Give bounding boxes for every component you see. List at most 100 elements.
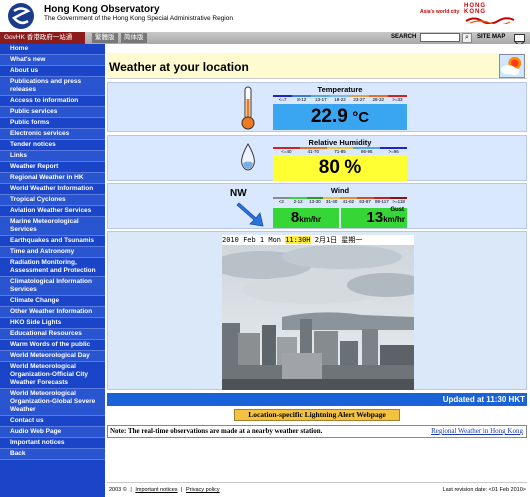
footer-separator: | [181,487,183,493]
lightning-alert-button[interactable]: Location-specific Lightning Alert Webpag… [234,409,400,421]
humidity-scale-band: 86-95 [353,147,381,155]
privacy-policy-link[interactable]: Privacy policy [185,487,221,493]
sidebar-item[interactable]: What's new [0,55,105,66]
hko-logo-icon[interactable] [5,2,37,30]
sidebar-item[interactable]: Time and Astronomy [0,247,105,258]
important-notices-link[interactable]: Important notices [134,487,178,493]
gust-box: Gust 13km/hr [341,207,407,228]
wind-scale: <2 2-12 13-30 31-40 41-62 63-87 88-117 >=118 [273,197,407,205]
sidebar-item[interactable]: Weather Report [0,162,105,173]
main-content: Weather at your location Temperature <=7… [107,44,530,497]
sidebar-item[interactable]: HKO Side Lights [0,318,105,329]
wind-scale-band: <2 [273,197,290,205]
sidebar-item[interactable]: Audio Web Page [0,427,105,438]
site-header: Hong Kong Observatory The Government of … [0,0,530,32]
temperature-scale-band: >=33 [387,95,407,103]
humidity-scale-band: 71-85 [326,147,354,155]
sidebar-item[interactable]: World Meteorological Organization-Global… [0,389,105,416]
dragon-swirl-icon [465,17,515,24]
sidebar-item[interactable]: Important notices [0,438,105,449]
footer-separator: | [130,487,132,493]
sidebar-item[interactable]: Tropical Cyclones [0,195,105,206]
temperature-scale: <=7 8-12 13-17 18-22 23-27 28-32 >=33 [273,95,407,103]
mail-icon[interactable] [514,34,525,47]
sidebar-item[interactable]: Regional Weather in HK [0,173,105,184]
title-bar: Weather at your location [107,53,527,79]
footer: 2003 © | Important notices | Privacy pol… [107,487,527,497]
page-title: Weather at your location [109,60,249,74]
sidebar-item[interactable]: Other Weather Information [0,307,105,318]
humidity-scale-band: 41-70 [299,147,327,155]
thermometer-icon [241,86,255,130]
temperature-scale-band: 28-32 [368,95,388,103]
observation-note: Note: The real-time observations are mad… [110,427,323,435]
webcam-image [222,245,414,390]
sidebar-item[interactable]: World Meteorological Day [0,351,105,362]
temperature-value-box: 22.9 °C [273,104,407,130]
brand-hong-kong-logo[interactable]: HONG KONG [464,3,520,27]
top-tab-bar: GovHK 香港政府一站通 繁體版 简体版 SEARCH ⌕ SITE MAP [0,32,530,47]
footer-divider [107,482,527,483]
sidebar-item[interactable]: Contact us [0,416,105,427]
sidebar-item[interactable]: Publications and press releases [0,77,105,96]
sidebar-item[interactable]: Home [0,44,105,55]
sidebar-item[interactable]: Climatological Information Services [0,277,105,296]
gust-label: Gust [390,207,404,213]
sidebar-item[interactable]: World Meteorological Organization-Offici… [0,362,105,389]
wind-scale-band: 2-12 [289,197,307,205]
wind-speed-unit: km/hr [299,215,322,224]
sidebar-item[interactable]: Access to information [0,96,105,107]
org-subtitle: The Government of the Hong Kong Special … [44,15,233,22]
copyright-text: 2003 © [109,487,127,493]
sidebar-item[interactable]: Public services [0,107,105,118]
temperature-scale-band: <=7 [273,95,293,103]
sidebar-nav: Home What's new About us Publications and p… [0,44,105,497]
sidebar-item[interactable]: Climate Change [0,296,105,307]
govhk-link[interactable]: GovHK 香港政府一站通 [0,32,85,44]
brand-line-2: KONG [464,9,486,15]
sidebar-item[interactable]: About us [0,66,105,77]
sidebar-item[interactable]: World Weather Information [0,184,105,195]
sidebar-item[interactable]: Public forms [0,118,105,129]
page: Hong Kong Observatory The Government of … [0,0,530,497]
humidity-scale-band: <=40 [273,147,300,155]
sidebar-item[interactable]: Links [0,151,105,162]
humidity-panel: Relative Humidity <=40 41-70 71-85 86-95 >=9… [107,135,527,181]
sidebar-item[interactable]: Radiation Monitoring, Assessment and Pro… [0,258,105,277]
wind-scale-band: 41-62 [340,197,357,205]
gust-value: 13 [366,209,384,226]
sidebar-item[interactable]: Warm Words of the public [0,340,105,351]
asia-world-city-tag: Asia's world city [420,9,460,15]
sidebar-item[interactable]: Electronic services [0,129,105,140]
timestamp-chinese: 2月1日 星期一 [310,236,363,244]
wind-speed-box: 8km/hr [273,208,339,228]
sidebar-item[interactable]: Earthquakes and Tsunamis [0,236,105,247]
site-map-link[interactable]: SITE MAP [477,34,505,40]
temperature-panel: Temperature <=7 8-12 13-17 18-22 23-27 28-32 >… [107,82,527,132]
org-title[interactable]: Hong Kong Observatory [44,4,160,15]
temperature-title: Temperature [317,85,363,94]
sidebar-item[interactable]: Marine Meteorological Services [0,217,105,236]
sidebar-item[interactable]: Educational Resources [0,329,105,340]
sidebar-item[interactable]: Tender notices [0,140,105,151]
wind-direction: NW [230,188,247,199]
tab-traditional-chinese[interactable]: 繁體版 [92,33,118,43]
temperature-unit: °C [352,109,370,126]
search-input[interactable] [420,33,460,42]
temperature-scale-band: 8-12 [292,95,312,103]
water-drop-icon [241,142,255,171]
footer-links: 2003 © | Important notices | Privacy pol… [108,487,221,493]
sidebar-item[interactable]: Aviation Weather Services [0,206,105,217]
wind-scale-band: 13-30 [306,197,324,205]
weather-sun-cloud-icon [499,54,525,78]
tab-simplified-chinese[interactable]: 简体版 [121,33,147,43]
wind-panel: NW Wind <2 2-12 13-30 31-40 41-62 63-87 88-117… [107,183,527,229]
webcam-timestamp: 2010 Feb 1 Mon 11:30H 2月1日 星期一 [222,235,414,245]
regional-weather-link[interactable]: Regional Weather in Hong Kong [431,426,523,437]
wind-scale-band: 31-40 [323,197,340,205]
search-icon[interactable]: ⌕ [462,33,472,43]
last-revision-date: Last revision date: <01 Feb 2010> [442,487,526,493]
sidebar-item[interactable]: Back [0,449,105,460]
search-label: SEARCH [391,34,417,40]
wind-scale-band: 88-117 [373,197,391,204]
